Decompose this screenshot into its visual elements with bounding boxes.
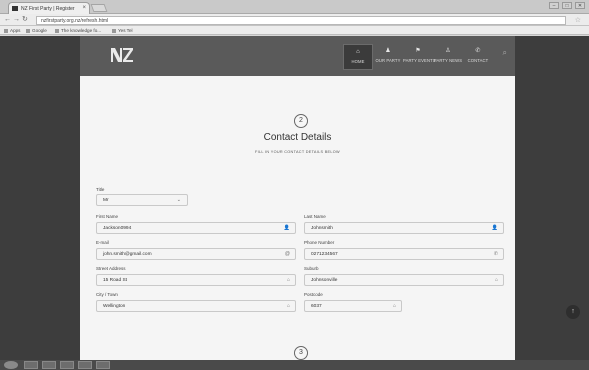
- phone-icon: ✆: [475, 48, 481, 54]
- home-icon: ⌂: [356, 49, 360, 55]
- nav-label: PARTY NEWS: [433, 58, 463, 63]
- location-icon: ⌂: [494, 277, 498, 283]
- email-field[interactable]: john.smith@gmail.com @: [96, 248, 296, 260]
- tab-title: NZ First Party | Register: [21, 6, 75, 12]
- bookmark-apps[interactable]: Apps: [4, 28, 20, 33]
- taskbar-item[interactable]: [24, 361, 38, 369]
- browser-window: NZ First Party | Register × – □ ✕ ← → ↻ …: [0, 0, 589, 370]
- window-controls: – □ ✕: [549, 2, 585, 9]
- last-name-field[interactable]: Johnsmith 👤: [304, 222, 504, 234]
- location-icon: ⌂: [286, 303, 290, 309]
- tab-strip: NZ First Party | Register × – □ ✕: [0, 0, 589, 14]
- minimize-button[interactable]: –: [549, 2, 559, 9]
- step-indicator-next: 3: [294, 346, 308, 360]
- chevron-down-icon: ⌄: [176, 197, 181, 203]
- main-nav: ⌂ HOME ♟ OUR PARTY ⚑ PARTY EVENTS ♙ PART…: [343, 44, 493, 70]
- browser-tab[interactable]: NZ First Party | Register ×: [8, 2, 90, 14]
- first-name-label: First Name: [96, 214, 119, 219]
- suburb-label: Suburb: [304, 266, 319, 271]
- bookmarks-bar: Apps Google The knowledge fo... Yes Tel: [0, 26, 589, 35]
- phone-field[interactable]: 0271234567 ✆: [304, 248, 504, 260]
- browser-toolbar: ← → ↻ nzfirstparty.org.nz/refresh.html ☆: [0, 14, 589, 26]
- close-window-button[interactable]: ✕: [575, 2, 585, 9]
- nz-logo[interactable]: [110, 46, 134, 64]
- page-viewport: ⌂ HOME ♟ OUR PARTY ⚑ PARTY EVENTS ♙ PART…: [0, 36, 589, 360]
- street-value: 15 Road St: [103, 278, 128, 283]
- email-value: john.smith@gmail.com: [103, 252, 152, 257]
- new-tab-button[interactable]: [90, 4, 108, 12]
- news-icon: ♙: [445, 48, 451, 54]
- people-icon: ♟: [385, 48, 391, 54]
- back-arrow-icon[interactable]: ←: [4, 16, 11, 24]
- favicon-icon: [12, 6, 18, 11]
- tab-close-icon[interactable]: ×: [82, 5, 86, 11]
- taskbar-item[interactable]: [78, 361, 92, 369]
- nav-label: HOME: [351, 59, 365, 64]
- suburb-field[interactable]: Johnsonville ⌂: [304, 274, 504, 286]
- nav-label: OUR PARTY: [375, 58, 401, 63]
- step-indicator-current: 2: [294, 114, 308, 128]
- street-field[interactable]: 15 Road St ⌂: [96, 274, 296, 286]
- nav-home[interactable]: ⌂ HOME: [343, 44, 373, 70]
- last-name-label: Last Name: [304, 214, 326, 219]
- nav-party-news[interactable]: ♙ PARTY NEWS: [433, 44, 463, 70]
- nav-label: CONTACT: [467, 58, 489, 63]
- title-select[interactable]: Mr ⌄: [96, 194, 188, 206]
- forward-arrow-icon[interactable]: →: [13, 16, 20, 24]
- phone-icon: ✆: [493, 251, 498, 257]
- user-icon: 👤: [283, 225, 290, 231]
- site-header: ⌂ HOME ♟ OUR PARTY ⚑ PARTY EVENTS ♙ PART…: [80, 36, 515, 76]
- location-icon: ⌂: [392, 303, 396, 309]
- bookmark-knowledge[interactable]: The knowledge fo...: [55, 28, 101, 33]
- location-icon: ⌂: [286, 277, 290, 283]
- os-taskbar: [0, 360, 589, 370]
- taskbar-item[interactable]: [42, 361, 56, 369]
- email-label: E-mail: [96, 240, 109, 245]
- address-bar[interactable]: nzfirstparty.org.nz/refresh.html: [36, 16, 566, 25]
- bookmark-google[interactable]: Google: [26, 28, 47, 33]
- taskbar-item[interactable]: [60, 361, 74, 369]
- nav-our-party[interactable]: ♟ OUR PARTY: [373, 44, 403, 70]
- left-background: [0, 36, 80, 360]
- search-icon[interactable]: ⌕: [503, 48, 507, 58]
- title-label: Title: [96, 187, 105, 192]
- city-field[interactable]: Wellington ⌂: [96, 300, 296, 312]
- postcode-value: 6037: [311, 304, 322, 309]
- user-icon: 👤: [491, 225, 498, 231]
- scroll-to-top-button[interactable]: ↑: [566, 305, 580, 319]
- last-name-value: Johnsmith: [311, 226, 333, 231]
- city-label: City / Town: [96, 292, 118, 297]
- start-button[interactable]: [4, 361, 18, 369]
- registration-page: ⌂ HOME ♟ OUR PARTY ⚑ PARTY EVENTS ♙ PART…: [80, 36, 515, 360]
- maximize-button[interactable]: □: [562, 2, 572, 9]
- bookmark-star-icon[interactable]: ☆: [575, 16, 581, 24]
- phone-value: 0271234567: [311, 252, 338, 257]
- form-title: Contact Details: [263, 132, 332, 143]
- first-name-value: Jackson0994: [103, 226, 132, 231]
- flag-icon: ⚑: [415, 48, 421, 54]
- bookmark-yestel[interactable]: Yes Tel: [112, 28, 133, 33]
- nav-label: PARTY EVENTS: [403, 58, 436, 63]
- nav-contact[interactable]: ✆ CONTACT: [463, 44, 493, 70]
- form-subtitle: FILL IN YOUR CONTACT DETAILS BELOW: [255, 150, 340, 154]
- reload-icon[interactable]: ↻: [22, 16, 28, 24]
- taskbar-item[interactable]: [96, 361, 110, 369]
- postcode-label: Postcode: [304, 292, 323, 297]
- street-label: Street Address: [96, 266, 126, 271]
- title-select-value: Mr: [103, 198, 109, 203]
- at-icon: @: [284, 251, 290, 257]
- postcode-field[interactable]: 6037 ⌂: [304, 300, 402, 312]
- suburb-value: Johnsonville: [311, 278, 338, 283]
- city-value: Wellington: [103, 304, 126, 309]
- phone-label: Phone Number: [304, 240, 335, 245]
- nav-party-events[interactable]: ⚑ PARTY EVENTS: [403, 44, 436, 70]
- first-name-field[interactable]: Jackson0994 👤: [96, 222, 296, 234]
